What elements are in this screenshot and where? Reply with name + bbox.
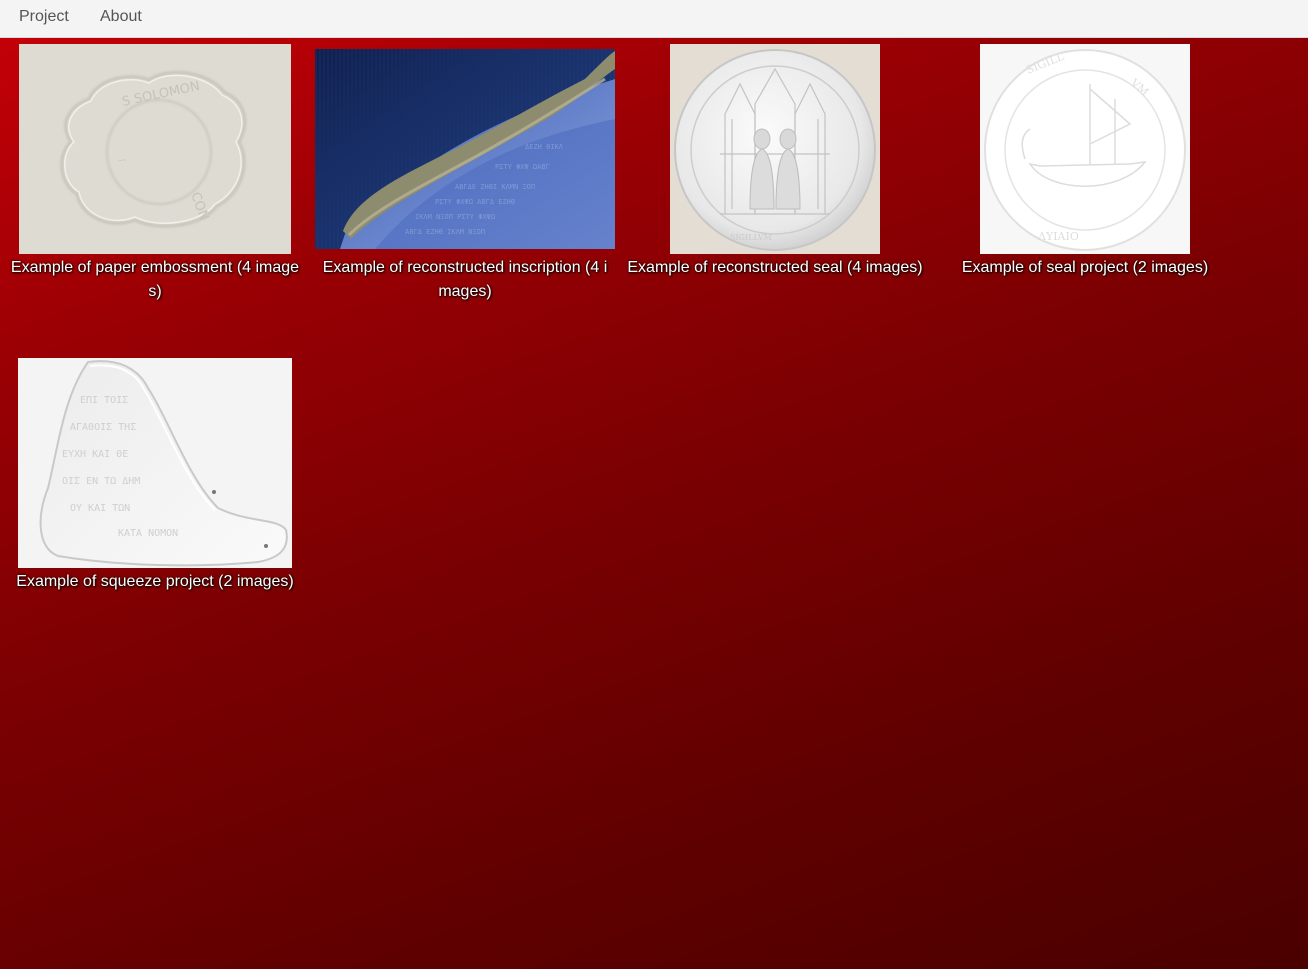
gallery-item-reconstructed-seal[interactable]: SIGILLVM Example of reconstructed seal (…: [620, 44, 930, 304]
svg-text:ΛΥΙΑΙΟ: ΛΥΙΑΙΟ: [1037, 230, 1079, 243]
svg-text:ΑΒΓΔ ΕΖΗΘ ΙΚΛΜ ΝΞΟΠ: ΑΒΓΔ ΕΖΗΘ ΙΚΛΜ ΝΞΟΠ: [405, 228, 485, 236]
svg-text:ΕΠΙ ΤΟΙΣ: ΕΠΙ ΤΟΙΣ: [80, 395, 128, 406]
reconstructed-inscription-caption: Example of reconstructed inscription (4 …: [322, 259, 608, 300]
seal-project-caption: Example of seal project (2 images): [961, 259, 1209, 276]
nav-about-link[interactable]: About: [100, 8, 142, 26]
svg-text:∽: ∽: [117, 153, 127, 167]
reconstructed-seal-caption: Example of reconstructed seal (4 images): [627, 259, 923, 276]
svg-text:ΙΚΛΜ ΝΞΟΠ ΡΣΤΥ ΦΧΨΩ: ΙΚΛΜ ΝΞΟΠ ΡΣΤΥ ΦΧΨΩ: [415, 213, 495, 221]
paper-embossment-caption: Example of paper embossment (4 images): [10, 259, 300, 300]
squeeze-project-caption: Example of squeeze project (2 images): [16, 573, 294, 590]
seal-project-thumbnail[interactable]: SIGILL VM ΛΥΙΑΙΟ: [980, 44, 1190, 254]
svg-text:ΔΕΖΗ ΘΙΚΛ: ΔΕΖΗ ΘΙΚΛ: [525, 143, 564, 151]
gallery-item-reconstructed-inscription[interactable]: ΑΒΓΔΕ ΖΗΘΙ ΚΛΜΝ ΞΟΠ ΡΣΤΥ ΦΧΨΩ ΑΒΓΔ ΕΖΗΘ …: [310, 44, 620, 304]
gallery-item-squeeze-project[interactable]: ΕΠΙ ΤΟΙΣ ΑΓΑΘΟΙΣ ΤΗΣ ΕΥΧΗ ΚΑΙ ΘΕ ΟΙΣ ΕΝ …: [0, 358, 310, 598]
svg-text:ΟΙΣ ΕΝ ΤΩ ΔΗΜ: ΟΙΣ ΕΝ ΤΩ ΔΗΜ: [62, 476, 140, 487]
svg-text:ΑΓΑΘΟΙΣ ΤΗΣ: ΑΓΑΘΟΙΣ ΤΗΣ: [70, 422, 136, 433]
squeeze-project-thumbnail[interactable]: ΕΠΙ ΤΟΙΣ ΑΓΑΘΟΙΣ ΤΗΣ ΕΥΧΗ ΚΑΙ ΘΕ ΟΙΣ ΕΝ …: [18, 358, 292, 568]
reconstructed-seal-thumbnail[interactable]: SIGILLVM: [670, 44, 880, 254]
gallery-item-seal-project[interactable]: SIGILL VM ΛΥΙΑΙΟ Example of seal project…: [930, 44, 1240, 304]
svg-text:ΚΑΤΑ ΝΟΜΟΝ: ΚΑΤΑ ΝΟΜΟΝ: [118, 528, 178, 539]
gallery-item-paper-embossment[interactable]: S SOLOMON CON ∽ Example of paper embossm…: [0, 44, 310, 304]
svg-text:ΑΒΓΔΕ ΖΗΘΙ ΚΛΜΝ ΞΟΠ: ΑΒΓΔΕ ΖΗΘΙ ΚΛΜΝ ΞΟΠ: [455, 183, 535, 191]
svg-text:ΕΥΧΗ ΚΑΙ ΘΕ: ΕΥΧΗ ΚΑΙ ΘΕ: [62, 449, 128, 460]
svg-text:ΟΥ ΚΑΙ ΤΩΝ: ΟΥ ΚΑΙ ΤΩΝ: [70, 503, 130, 514]
reconstructed-inscription-thumbnail[interactable]: ΑΒΓΔΕ ΖΗΘΙ ΚΛΜΝ ΞΟΠ ΡΣΤΥ ΦΧΨΩ ΑΒΓΔ ΕΖΗΘ …: [315, 49, 615, 249]
svg-text:SIGILLVM: SIGILLVM: [730, 233, 772, 242]
paper-embossment-thumbnail[interactable]: S SOLOMON CON ∽: [19, 44, 291, 254]
svg-text:ΡΣΤΥ ΦΧΨ ΩΑΒΓ: ΡΣΤΥ ΦΧΨ ΩΑΒΓ: [495, 163, 550, 171]
nav-project-link[interactable]: Project: [19, 8, 69, 26]
top-navbar: Project About: [0, 0, 1308, 38]
svg-text:ΡΣΤΥ ΦΧΨΩ ΑΒΓΔ ΕΖΗΘ: ΡΣΤΥ ΦΧΨΩ ΑΒΓΔ ΕΖΗΘ: [435, 198, 515, 206]
